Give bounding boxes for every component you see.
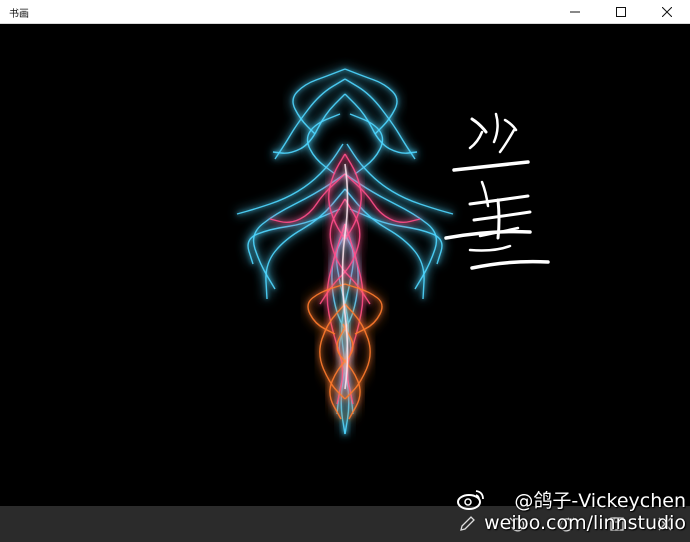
weibo-logo-icon (457, 490, 484, 510)
title-bar: 书画 (0, 0, 690, 24)
maximize-button[interactable] (598, 0, 644, 23)
weibo-watermark: @鸽子-Vickeychen weibo.com/linnstudio (456, 486, 686, 542)
drawing-canvas[interactable] (0, 24, 690, 506)
calligraphy-strokes (444, 112, 550, 270)
maximize-icon (616, 6, 626, 17)
symmetric-light-figure (236, 66, 454, 435)
watermark-handle: @鸽子-Vickeychen (514, 490, 686, 512)
close-icon (662, 6, 672, 17)
minimize-icon (570, 11, 580, 12)
watermark-url: weibo.com/linnstudio (484, 512, 686, 534)
close-window-button[interactable] (644, 0, 690, 23)
minimize-button[interactable] (552, 0, 598, 23)
symmetry-drawing (236, 66, 550, 435)
window-title: 书画 (9, 9, 29, 20)
